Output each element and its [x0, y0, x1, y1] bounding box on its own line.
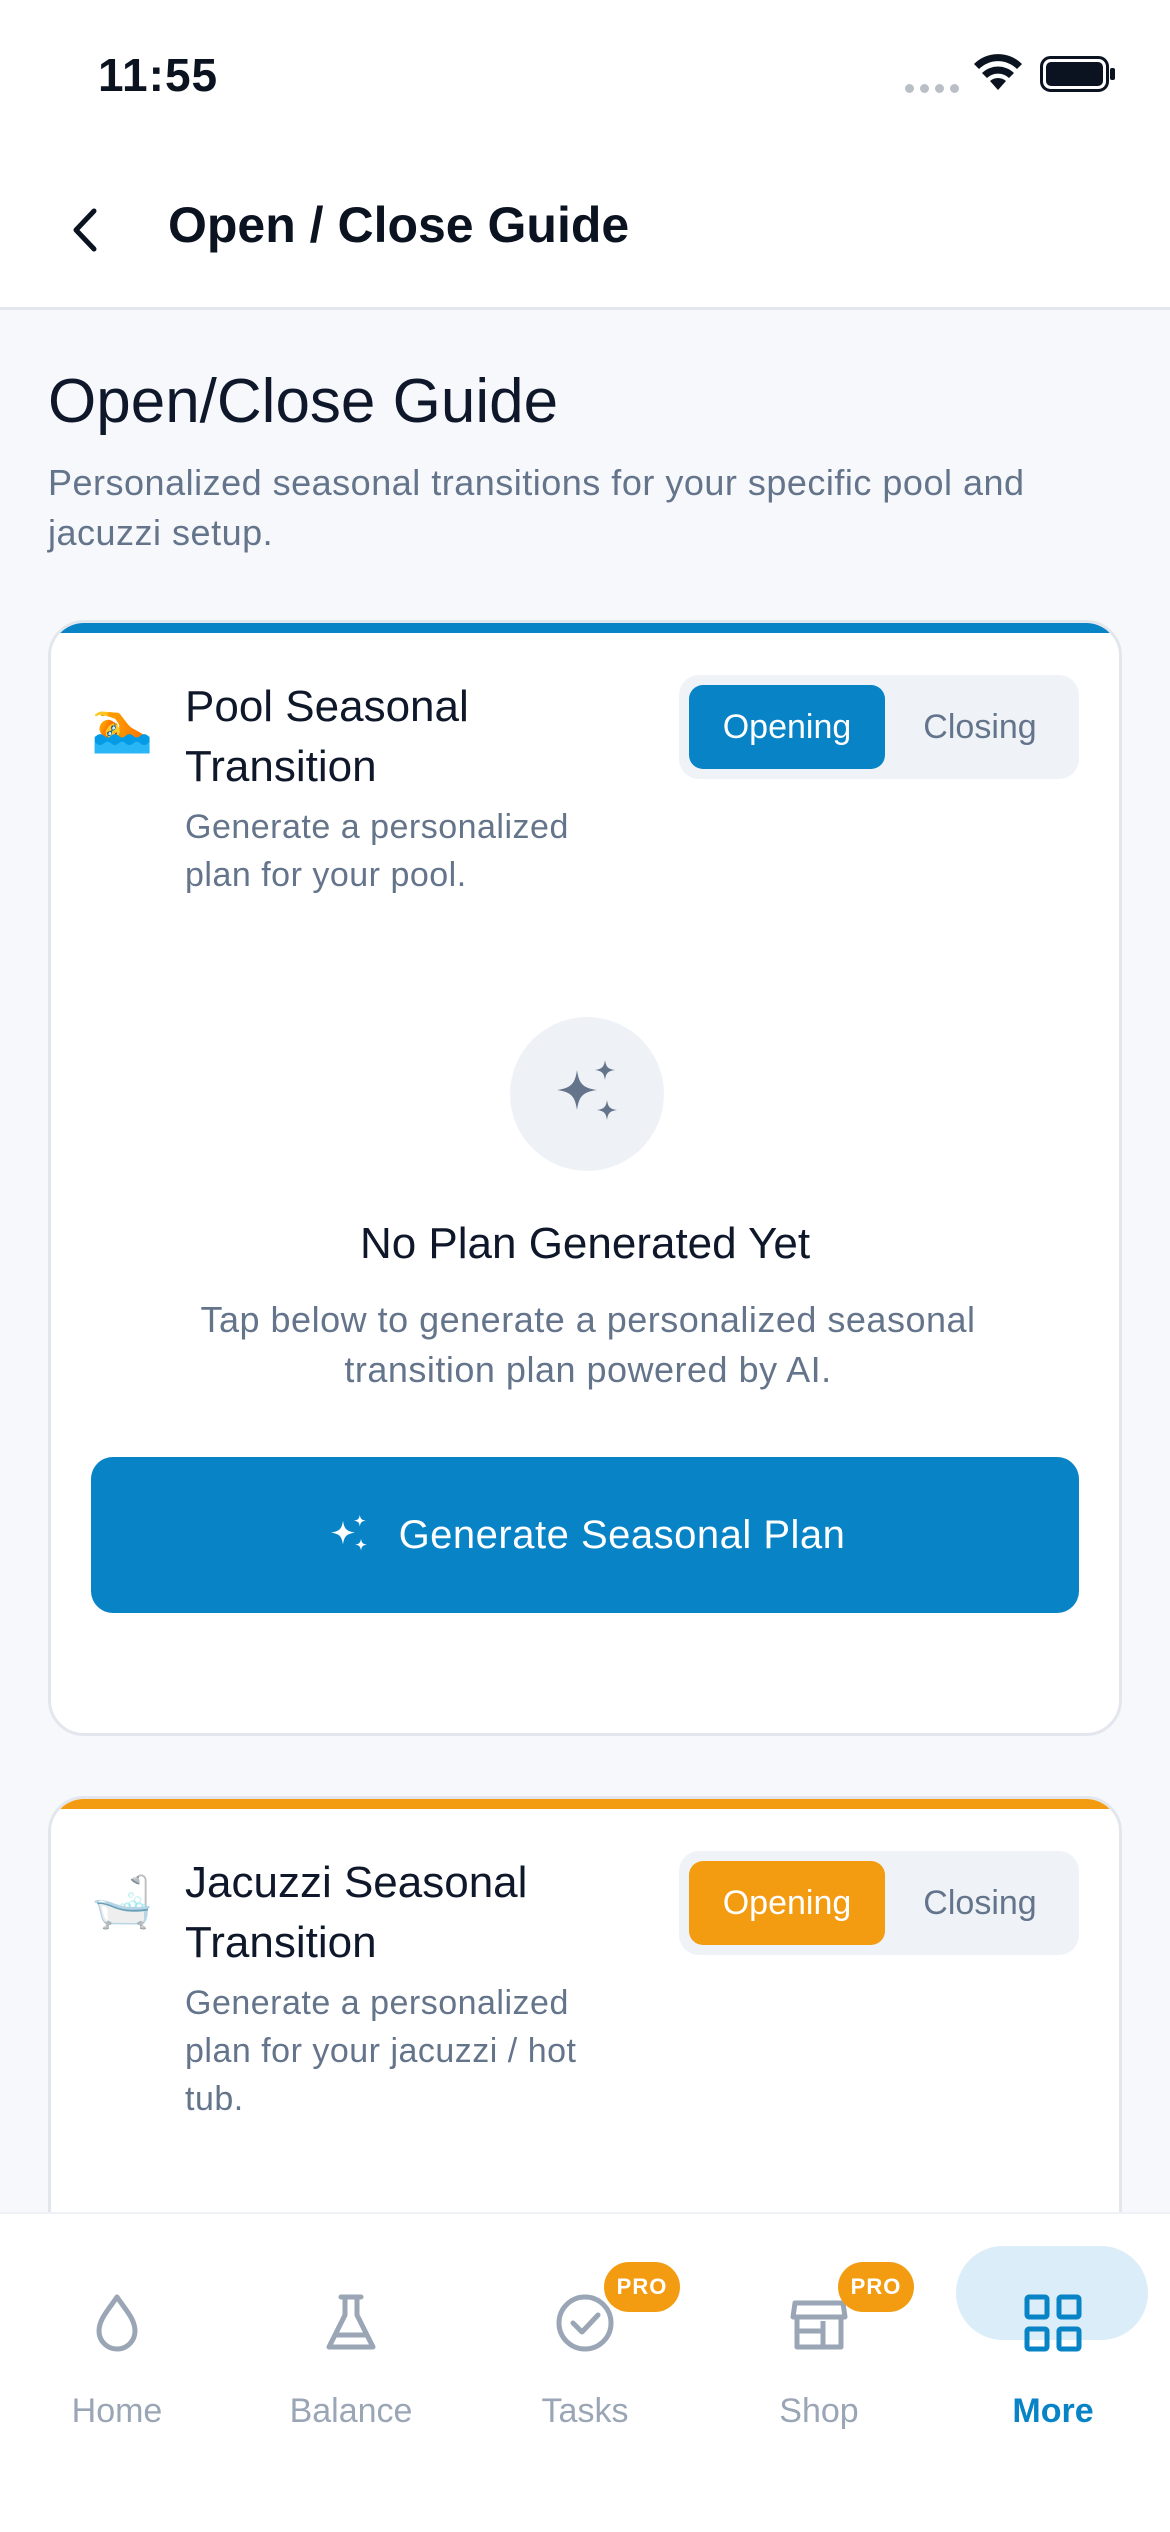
status-bar: 11:55 — [0, 0, 1170, 150]
swimmer-icon: 🏊 — [91, 698, 154, 754]
signal-icon — [905, 84, 959, 93]
tab-label: Shop — [779, 2392, 859, 2430]
closing-segment[interactable]: Closing — [891, 1861, 1069, 1945]
tab-tasks[interactable]: PRO Tasks — [468, 2244, 702, 2444]
pro-badge: PRO — [838, 2262, 914, 2312]
opening-segment[interactable]: Opening — [689, 1861, 885, 1945]
card-description: Generate a personalized plan for your ja… — [185, 1984, 577, 2118]
tab-shop[interactable]: PRO Shop — [702, 2244, 936, 2444]
grid-icon — [1018, 2288, 1088, 2358]
closing-segment[interactable]: Closing — [891, 685, 1069, 769]
generate-button-label: Generate Seasonal Plan — [398, 1512, 846, 1557]
card-accent-bar — [51, 1799, 1119, 1809]
tab-more[interactable]: More — [936, 2244, 1170, 2444]
tab-balance[interactable]: Balance — [234, 2244, 468, 2444]
pro-badge: PRO — [604, 2262, 680, 2312]
battery-icon — [1040, 56, 1115, 92]
wifi-icon — [974, 54, 1022, 90]
tab-home[interactable]: Home — [0, 2244, 234, 2444]
card-accent-bar — [51, 623, 1119, 633]
back-button[interactable] — [56, 200, 116, 260]
sparkles-icon — [557, 1060, 617, 1120]
empty-state-description: Tap below to generate a personalized sea… — [200, 1299, 976, 1390]
card-title: Pool Seasonal Transition — [185, 682, 469, 791]
card-description: Generate a personalized plan for your po… — [185, 808, 569, 894]
flask-icon — [316, 2288, 386, 2358]
empty-state-icon-circle — [510, 1017, 664, 1171]
tab-label: Balance — [289, 2392, 413, 2430]
generate-seasonal-plan-button[interactable]: Generate Seasonal Plan — [91, 1457, 1079, 1613]
tab-label: More — [1012, 2392, 1094, 2430]
opening-segment[interactable]: Opening — [689, 685, 885, 769]
tab-label: Home — [71, 2392, 163, 2430]
status-time: 11:55 — [98, 49, 219, 101]
season-mode-toggle: Opening Closing — [679, 1851, 1079, 1955]
nav-header: Open / Close Guide — [0, 150, 1170, 310]
season-mode-toggle: Opening Closing — [679, 675, 1079, 779]
header-title: Open / Close Guide — [168, 197, 630, 253]
page-title: Open/Close Guide — [48, 367, 559, 436]
tab-label: Tasks — [541, 2392, 629, 2430]
pool-transition-card: 🏊 Pool Seasonal Transition Generate a pe… — [48, 620, 1122, 1736]
page-subtitle: Personalized seasonal transitions for yo… — [48, 462, 1025, 553]
empty-state-title: No Plan Generated Yet — [359, 1219, 811, 1268]
chevron-left-icon — [73, 208, 97, 252]
card-title: Jacuzzi Seasonal Transition — [185, 1858, 528, 1967]
sparkles-icon — [330, 1514, 367, 1551]
bottom-tab-bar: Home Balance PRO Tasks PRO Shop More — [0, 2212, 1170, 2532]
droplet-icon — [82, 2288, 152, 2358]
bathtub-icon: 🛁 — [91, 1874, 154, 1930]
